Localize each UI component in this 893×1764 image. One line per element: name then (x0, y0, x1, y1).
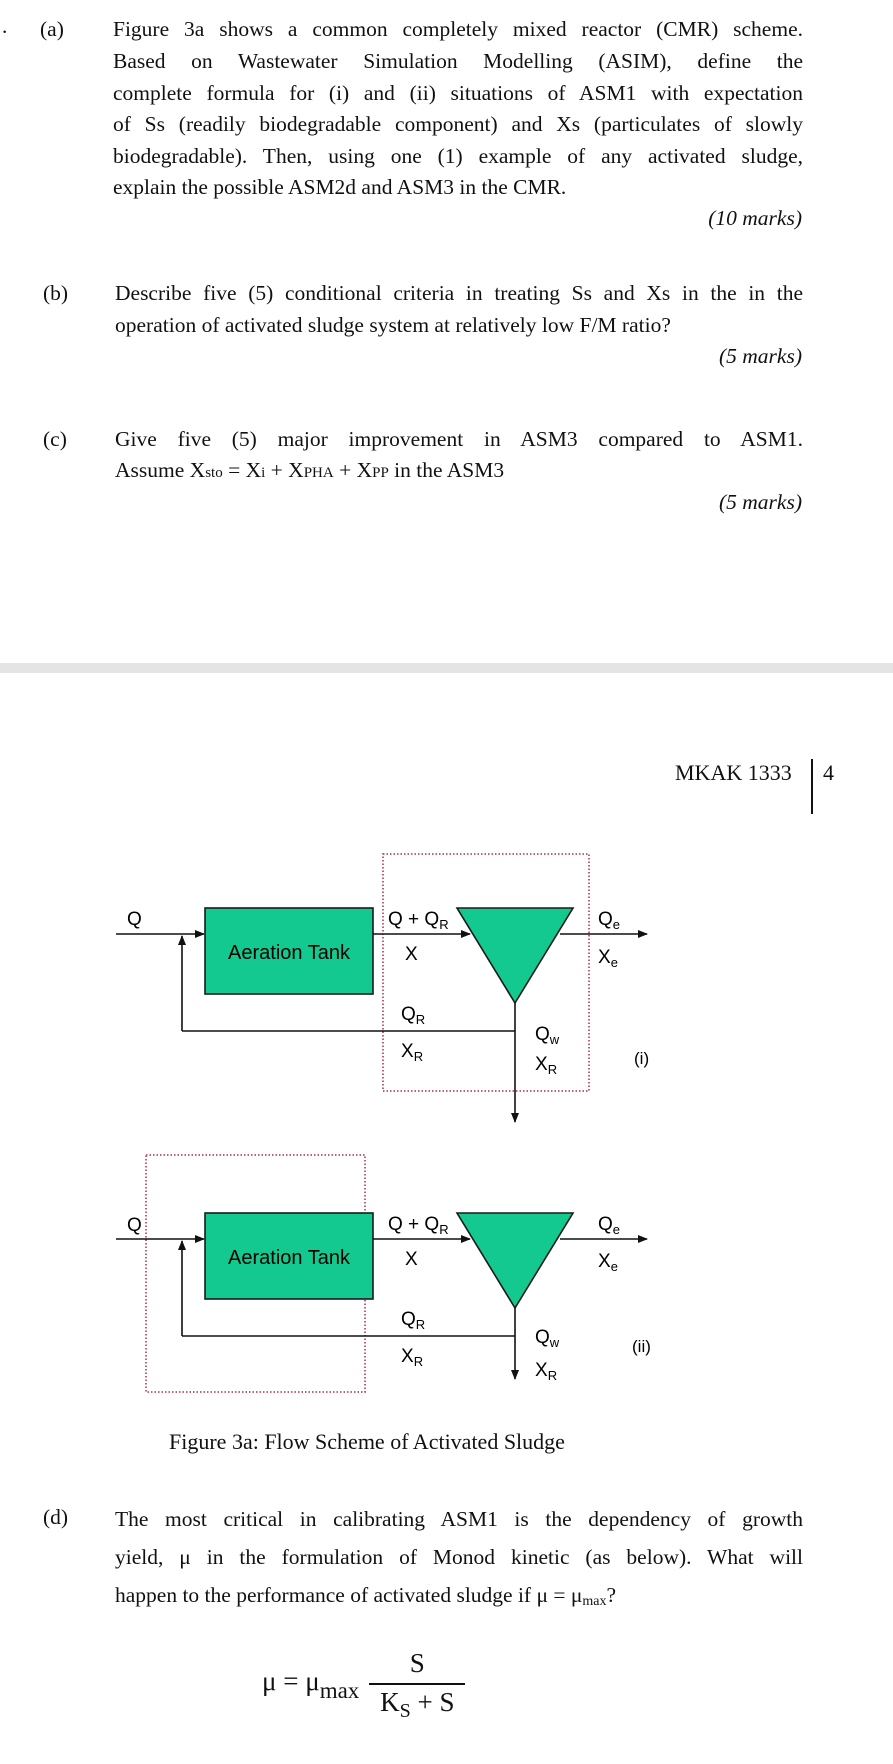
label-waste-flow-sub: w (549, 1335, 560, 1350)
label-recycle-conc-main: X (401, 1346, 414, 1367)
label-effluent-conc-sub: e (611, 1259, 618, 1274)
label-mixed-conc: X (405, 1249, 418, 1270)
label-effluent-flow: Qe (598, 909, 620, 932)
formula-denominator-k-sub: S (399, 1699, 411, 1722)
formula-fraction: S KS + S (369, 1648, 466, 1723)
label-recycle-flow-sub: R (416, 1317, 425, 1332)
formula-lhs-sub: max (319, 1678, 360, 1704)
label-recycle-conc: XR (401, 1346, 423, 1369)
label-mixed-flow: Q + QR (388, 909, 449, 932)
flow-scheme-figure: Q Aeration Tank Q + QR X Qe Xe QR XR Qw … (116, 853, 651, 1393)
label-recycle-flow-sub: R (416, 1012, 425, 1027)
label-waste-flow: Qw (535, 1327, 560, 1350)
label-effluent-flow-sub: e (613, 917, 620, 932)
figure-caption: Figure 3a: Flow Scheme of Activated Slud… (169, 1429, 565, 1454)
tank-label: Aeration Tank (228, 1247, 351, 1269)
formula-denominator-rest: + S (410, 1686, 455, 1717)
question-d-line: yield, μ in the formulation of Monod kin… (115, 1545, 803, 1569)
label-effluent-flow-main: Q (598, 909, 613, 930)
question-d-line: The most critical in calibrating ASM1 is… (115, 1507, 803, 1531)
label-mixed-conc: X (405, 944, 418, 965)
label-effluent-flow: Qe (598, 1214, 620, 1237)
diagram-tag: (ii) (632, 1337, 651, 1356)
diagram-ii: Q Aeration Tank Q + QR X Qe Xe QR XR Qw … (116, 1154, 651, 1393)
label-waste-flow: Qw (535, 1024, 560, 1047)
tank-label: Aeration Tank (228, 942, 351, 964)
label-effluent-conc-main: X (598, 947, 611, 968)
label-mixed-flow-sub: R (439, 917, 448, 932)
formula-denominator: KS + S (380, 1685, 454, 1723)
label-inflow: Q (127, 1215, 142, 1236)
label-recycle-flow: QR (401, 1309, 425, 1332)
label-recycle-flow-main: Q (401, 1309, 416, 1330)
label-effluent-conc: Xe (598, 1251, 618, 1274)
diagram-tag: (i) (634, 1049, 649, 1068)
label-waste-flow-main: Q (535, 1024, 550, 1045)
label-recycle-flow: QR (401, 1004, 425, 1027)
label-waste-flow-sub: w (549, 1032, 560, 1047)
label-recycle-conc: XR (401, 1041, 423, 1064)
label-waste-conc-main: X (535, 1360, 548, 1381)
formula-denominator-k: K (380, 1686, 400, 1717)
label-waste-flow-main: Q (535, 1327, 550, 1348)
formula-numerator: S (409, 1648, 425, 1678)
label-recycle-conc-sub: R (414, 1049, 423, 1064)
label-mixed-flow-main: Q + Q (388, 1214, 439, 1235)
label-waste-conc: XR (535, 1054, 557, 1077)
label-inflow: Q (127, 909, 142, 930)
label-effluent-flow-sub: e (613, 1222, 620, 1237)
clarifier (455, 1212, 575, 1310)
question-d-label: (d) (43, 1505, 69, 1529)
formula-lhs-main: μ = μ (262, 1666, 320, 1697)
label-recycle-conc-sub: R (414, 1354, 423, 1369)
label-recycle-flow-main: Q (401, 1004, 416, 1025)
label-waste-conc-main: X (535, 1054, 548, 1075)
monod-formula: μ = μmax S KS + S (262, 1648, 466, 1723)
clarifier (455, 907, 575, 1005)
label-waste-conc: XR (535, 1360, 557, 1383)
formula-lhs: μ = μmax (262, 1666, 359, 1704)
label-effluent-conc-main: X (598, 1251, 611, 1272)
label-effluent-flow-main: Q (598, 1214, 613, 1235)
label-mixed-flow-main: Q + Q (388, 909, 439, 930)
diagram-i: Q Aeration Tank Q + QR X Qe Xe QR XR Qw … (116, 853, 649, 1123)
label-effluent-conc-sub: e (611, 955, 618, 970)
question-d-line: happen to the performance of activated s… (115, 1577, 803, 1620)
label-mixed-flow-sub: R (439, 1222, 448, 1237)
label-mixed-flow: Q + QR (388, 1214, 449, 1237)
label-recycle-conc-main: X (401, 1041, 414, 1062)
label-waste-conc-sub: R (548, 1368, 557, 1383)
label-effluent-conc: Xe (598, 947, 618, 970)
question-d-line3-suffix: ? (606, 1583, 617, 1607)
label-waste-conc-sub: R (548, 1062, 557, 1077)
question-d-line3-sub: max (582, 1594, 607, 1609)
question-d-line3-prefix: happen to the performance of activated s… (115, 1583, 583, 1607)
